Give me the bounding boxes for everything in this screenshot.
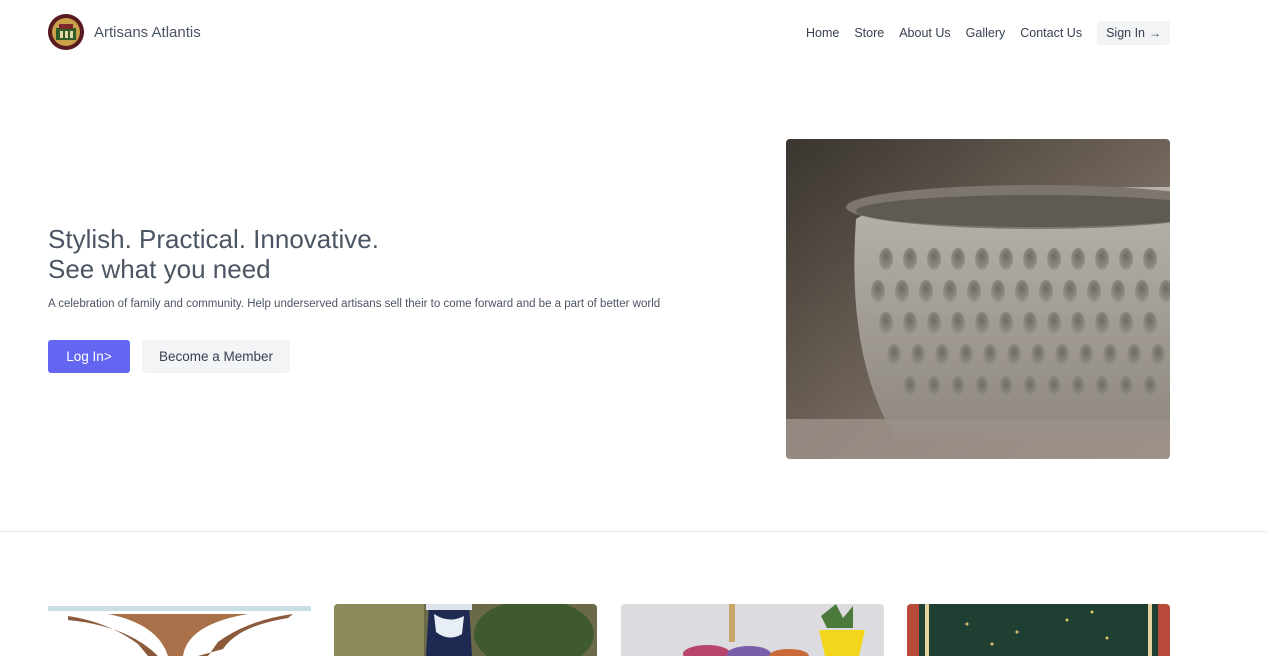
product-card-saree[interactable]	[907, 604, 1170, 656]
hero-pottery-image	[786, 139, 1170, 459]
sign-in-label: Sign In	[1106, 26, 1145, 40]
hero-title-line-1: Stylish. Practical. Innovative.	[48, 224, 379, 254]
nav-about-us[interactable]: About Us	[899, 21, 950, 45]
brand-logo[interactable]	[48, 14, 84, 50]
nav-contact-us[interactable]: Contact Us	[1020, 21, 1082, 45]
sign-in-button[interactable]: Sign In →	[1097, 21, 1170, 45]
hero-title-line-2: See what you need	[48, 254, 271, 284]
nav-store[interactable]: Store	[854, 21, 884, 45]
hero-subtitle: A celebration of family and community. H…	[48, 298, 661, 310]
product-card-baskets[interactable]	[621, 604, 884, 656]
brand-name[interactable]: Artisans Atlantis	[94, 24, 201, 41]
arrow-right-icon: →	[1149, 26, 1161, 40]
become-member-button[interactable]: Become a Member	[142, 340, 290, 373]
nav-gallery[interactable]: Gallery	[966, 21, 1006, 45]
hero-title: Stylish. Practical. Innovative. See what…	[48, 224, 379, 284]
site-header: Artisans Atlantis Home Store About Us Ga…	[0, 0, 1267, 66]
main-nav: Home Store About Us Gallery Contact Us S…	[806, 21, 1170, 45]
log-in-button[interactable]: Log In>	[48, 340, 130, 373]
nav-home[interactable]: Home	[806, 21, 839, 45]
section-divider	[0, 531, 1267, 532]
product-card-table[interactable]	[48, 604, 311, 656]
product-card-vase[interactable]	[334, 604, 597, 656]
